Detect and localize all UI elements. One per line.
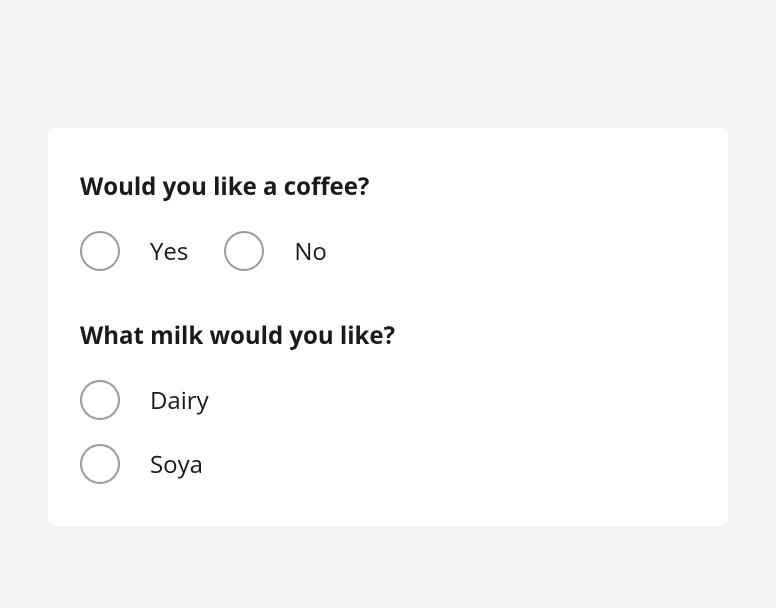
radio-icon bbox=[80, 444, 120, 484]
radio-icon bbox=[224, 231, 264, 271]
radio-label-soya: Soya bbox=[150, 448, 203, 481]
radio-option-no[interactable]: No bbox=[224, 231, 327, 271]
options-milk: Dairy Soya bbox=[80, 380, 696, 484]
radio-icon bbox=[80, 231, 120, 271]
options-coffee: Yes No bbox=[80, 231, 696, 271]
radio-option-dairy[interactable]: Dairy bbox=[80, 380, 696, 420]
radio-label-no: No bbox=[294, 235, 327, 268]
radio-label-dairy: Dairy bbox=[150, 384, 209, 417]
form-card: Would you like a coffee? Yes No What mil… bbox=[48, 128, 728, 526]
radio-label-yes: Yes bbox=[150, 235, 188, 268]
radio-option-soya[interactable]: Soya bbox=[80, 444, 696, 484]
radio-option-yes[interactable]: Yes bbox=[80, 231, 188, 271]
question-milk: What milk would you like? bbox=[80, 319, 696, 352]
radio-icon bbox=[80, 380, 120, 420]
question-coffee: Would you like a coffee? bbox=[80, 170, 696, 203]
